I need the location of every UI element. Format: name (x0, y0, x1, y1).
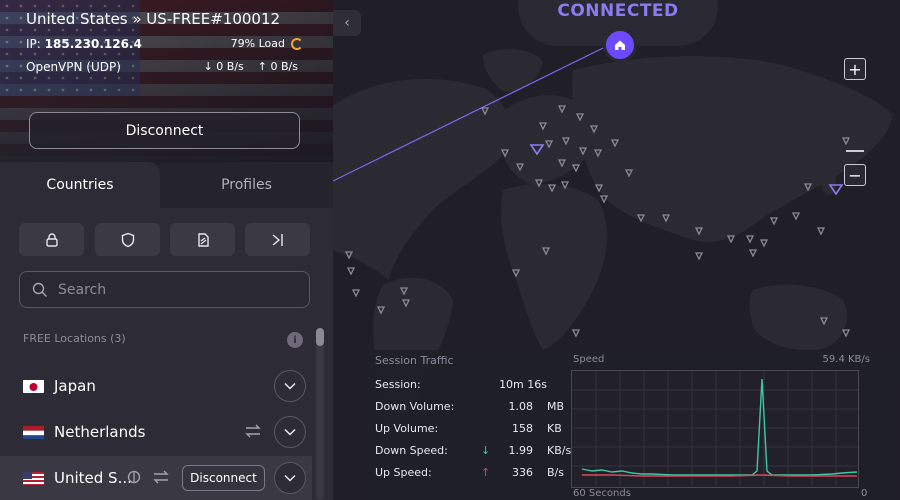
stat-label: Down Speed: (375, 444, 448, 457)
chevron-down-icon (284, 382, 296, 390)
stat-up-volume: Up Volume: 158 KB (375, 422, 565, 438)
stat-unit: MB (547, 400, 565, 413)
ip-address: IP: 185.230.126.4 (26, 37, 142, 51)
stat-session: Session: 10m 16s (375, 378, 565, 394)
filter-tor-button[interactable] (245, 223, 310, 256)
speed-graph (571, 370, 859, 488)
zoom-out-marker (846, 150, 864, 152)
collapse-sidebar-button[interactable]: ‹ (333, 10, 361, 36)
country-name: Japan (54, 377, 96, 395)
locations-scrollbar[interactable] (316, 328, 324, 500)
server-swap-icon[interactable] (244, 423, 262, 442)
country-name: Netherlands (54, 423, 146, 441)
transfer-rates: ↓ 0 B/s ↑ 0 B/s (204, 60, 298, 73)
p2p-icon (197, 232, 209, 247)
session-traffic-panel: Session Traffic Session: 10m 16s Down Vo… (363, 350, 900, 500)
expand-button[interactable] (274, 462, 306, 494)
stat-value: 1.99 (508, 444, 534, 457)
info-icon[interactable]: i (287, 332, 303, 348)
session-traffic-title: Session Traffic (375, 354, 454, 367)
down-rate: ↓ 0 B/s (203, 60, 244, 73)
world-map[interactable]: ‹ CONNECTED + − Session Traffic Session:… (333, 0, 900, 500)
search-input[interactable] (58, 281, 288, 298)
stat-up-speed: Up Speed: ↑ 336 B/s (375, 466, 565, 482)
server-load: 79% Load (231, 37, 303, 50)
connection-status: CONNECTED (557, 1, 679, 21)
tab-profiles[interactable]: Profiles (160, 162, 333, 208)
speed-graph-title: Speed (573, 354, 605, 365)
stat-value: 10m 16s (499, 378, 547, 391)
country-row-united-states[interactable]: United S... Disconnect (0, 456, 312, 500)
stat-unit: KB/s (547, 444, 572, 457)
netherlands-flag-icon (23, 425, 44, 439)
sidebar: United States » US-FREE#100012 IP: 185.2… (0, 0, 333, 500)
speed-graph-max: 59.4 KB/s (822, 354, 870, 365)
stat-unit: KB (547, 422, 562, 435)
stat-label: Up Volume: (375, 422, 439, 435)
free-locations-label: FREE Locations (3) (23, 332, 126, 345)
up-arrow-icon: ↑ (481, 466, 491, 479)
filter-netshield-button[interactable] (95, 223, 160, 256)
ip-value: 185.230.126.4 (44, 37, 142, 51)
graph-axis-left: 60 Seconds (573, 488, 631, 499)
server-swap-icon[interactable] (152, 469, 170, 488)
country-row-netherlands[interactable]: Netherlands (0, 410, 312, 454)
disconnect-button[interactable]: Disconnect (29, 112, 300, 149)
speed-graph-plot (572, 371, 858, 487)
stat-down-volume: Down Volume: 1.08 MB (375, 400, 565, 416)
lock-icon (45, 232, 58, 247)
tab-countries[interactable]: Countries (0, 162, 160, 208)
filter-secure-core-button[interactable] (19, 223, 84, 256)
search-box[interactable] (19, 271, 310, 308)
tor-icon (272, 233, 283, 246)
stat-value: 336 (512, 466, 533, 479)
chevron-down-icon (284, 474, 296, 482)
countries-panel: FREE Locations (3) i Japan Net (0, 208, 333, 500)
stat-value: 158 (512, 422, 533, 435)
chevron-down-icon (284, 428, 296, 436)
home-icon (615, 40, 625, 50)
tor-server-icon (127, 469, 141, 488)
country-name: United S... (54, 469, 132, 487)
zoom-in-button[interactable]: + (844, 58, 866, 80)
ip-label: IP: (26, 37, 41, 51)
up-rate: ↑ 0 B/s (257, 60, 298, 73)
protocol: OpenVPN (UDP) (26, 60, 121, 74)
expand-button[interactable] (274, 370, 306, 402)
stat-down-speed: Down Speed: ↓ 1.99 KB/s (375, 444, 571, 460)
server-title: United States » US-FREE#100012 (26, 10, 281, 28)
japan-flag-icon (23, 379, 44, 393)
stat-label: Session: (375, 378, 421, 391)
graph-axis-right: 0 (861, 488, 868, 499)
zoom-out-button[interactable]: − (844, 164, 866, 186)
stat-value: 1.08 (508, 400, 534, 413)
search-icon (32, 282, 47, 297)
filter-p2p-button[interactable] (170, 223, 235, 256)
down-arrow-icon: ↓ (481, 444, 491, 457)
stat-unit: B/s (547, 466, 564, 479)
stat-label: Up Speed: (375, 466, 432, 479)
us-flag-icon (23, 471, 44, 485)
load-ring-icon (291, 37, 303, 50)
panel-tabs: Countries Profiles (0, 162, 333, 208)
load-text: 79% Load (230, 37, 285, 50)
scrollbar-thumb[interactable] (316, 328, 324, 346)
expand-button[interactable] (274, 416, 306, 448)
down-speed-line (581, 378, 858, 476)
row-disconnect-button[interactable]: Disconnect (182, 465, 265, 491)
home-location-pin[interactable] (603, 28, 637, 62)
country-row-japan[interactable]: Japan (0, 364, 312, 408)
stat-label: Down Volume: (375, 400, 455, 413)
shield-icon (121, 232, 134, 247)
vpn-app-window: United States » US-FREE#100012 IP: 185.2… (0, 0, 900, 500)
